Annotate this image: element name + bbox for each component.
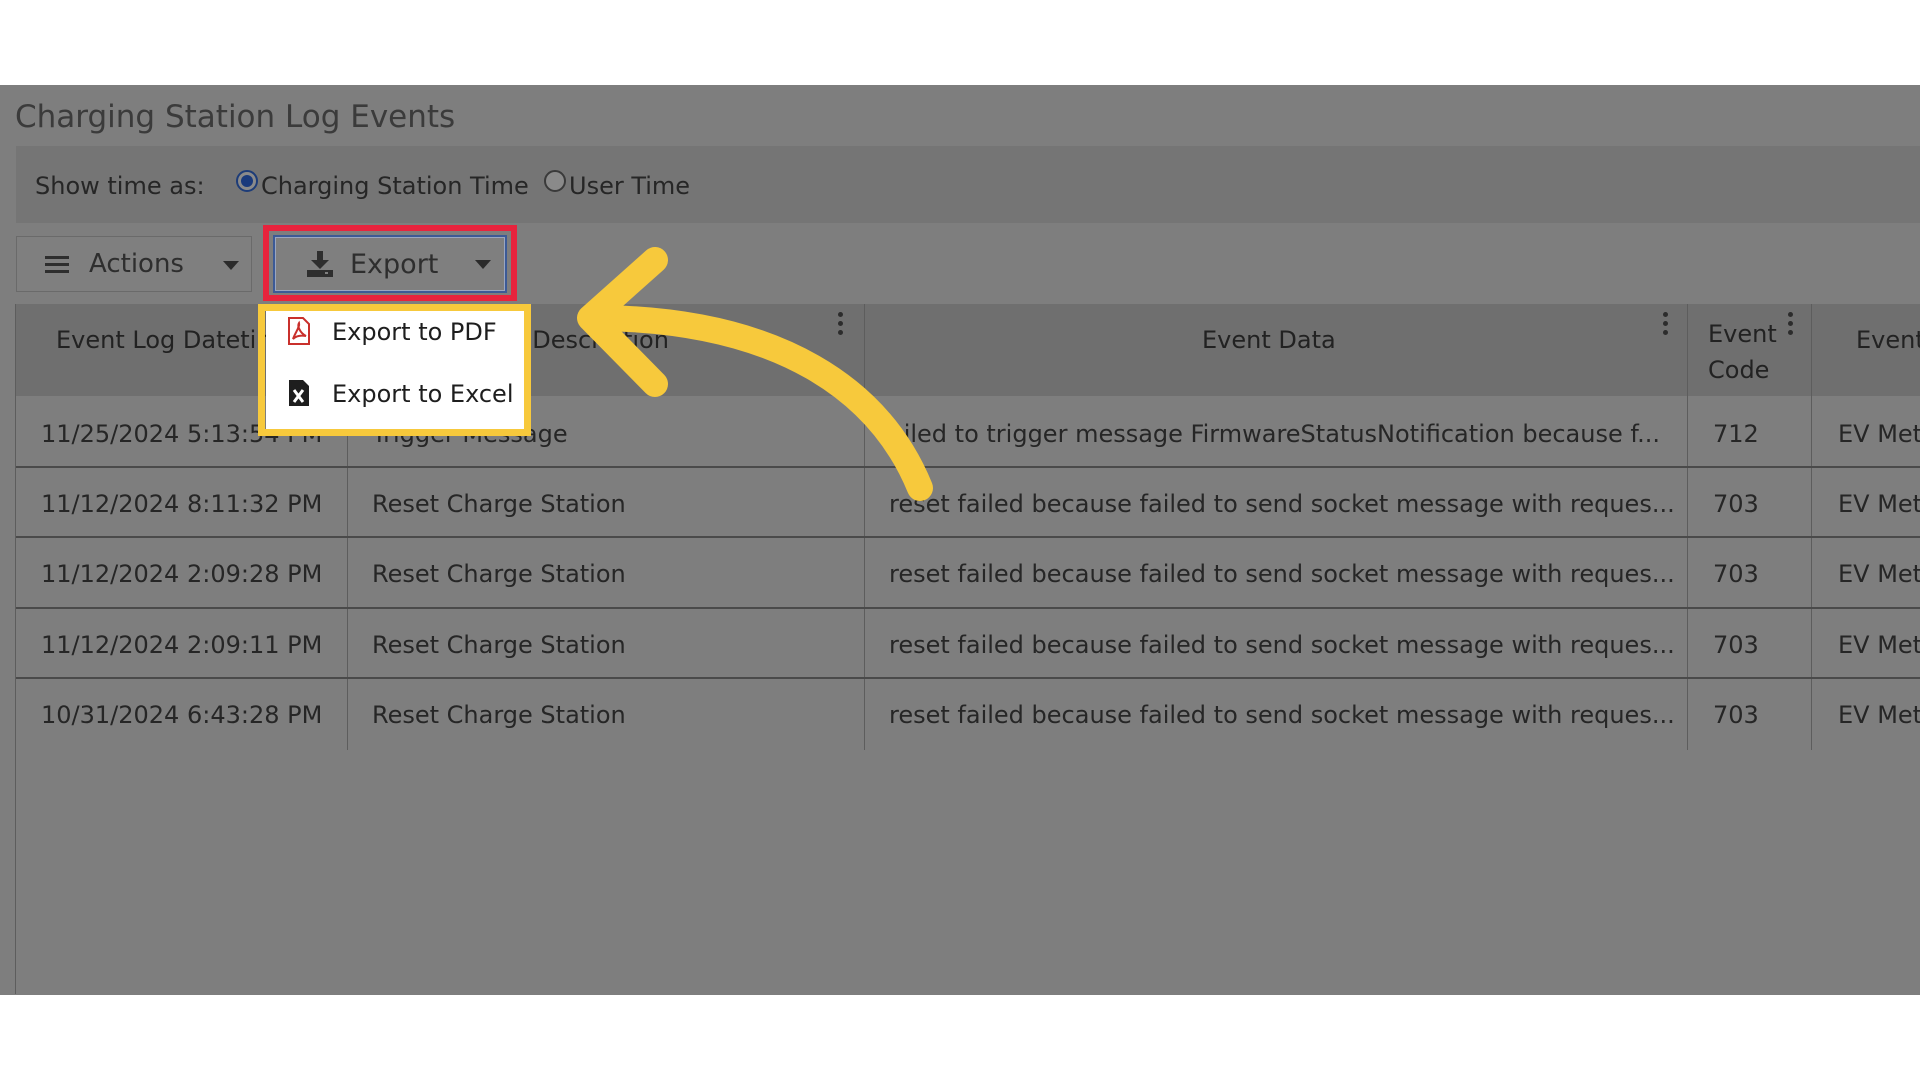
table-cell-code: 712 — [1713, 420, 1759, 448]
table-cell-event: EV Met — [1838, 490, 1920, 518]
screen: Charging Station Log Events Show time as… — [0, 0, 1920, 1080]
table-cell-datetime: 11/12/2024 8:11:32 PM — [41, 490, 323, 518]
download-icon — [307, 251, 333, 277]
table-cell-code: 703 — [1713, 631, 1759, 659]
column-header-datetime[interactable]: Event Log Datetim — [56, 322, 280, 358]
table-cell-data: ailed to trigger message FirmwareStatusN… — [889, 420, 1660, 448]
table-cell-data: reset failed because failed to send sock… — [889, 631, 1675, 659]
export-dropdown-menu: Export to PDF Export to Excel — [266, 311, 524, 429]
column-header-event[interactable]: Event — [1856, 322, 1920, 358]
charging-station-time-radio[interactable] — [236, 170, 258, 192]
table-cell-event: EV Met — [1838, 631, 1920, 659]
row-divider — [16, 677, 1920, 679]
table-cell-description: Reset Charge Station — [372, 560, 626, 588]
table-cell-datetime: 10/31/2024 6:43:28 PM — [41, 701, 323, 729]
export-button[interactable]: Export — [273, 235, 507, 293]
chevron-down-icon — [475, 260, 491, 269]
table-row[interactable]: 11/12/2024 2:09:28 PM Reset Charge Statio… — [16, 540, 1920, 610]
row-divider — [16, 536, 1920, 538]
user-time-radio[interactable] — [544, 170, 566, 192]
column-menu-icon[interactable] — [838, 312, 844, 340]
charging-station-time-label[interactable]: Charging Station Time — [261, 172, 529, 200]
table-cell-description: Reset Charge Station — [372, 490, 626, 518]
excel-icon — [289, 380, 309, 406]
export-label: Export — [350, 249, 439, 280]
export-to-pdf-item[interactable]: Export to PDF — [266, 311, 524, 367]
row-divider — [16, 607, 1920, 609]
table-cell-description: Reset Charge Station — [372, 631, 626, 659]
table-row[interactable]: 10/31/2024 6:43:28 PM Reset Charge Statio… — [16, 681, 1920, 751]
table-row[interactable]: 11/12/2024 8:11:32 PM Reset Charge Statio… — [16, 470, 1920, 540]
table-cell-data: reset failed because failed to send sock… — [889, 701, 1675, 729]
chevron-down-icon — [223, 261, 239, 270]
table-cell-data: reset failed because failed to send sock… — [889, 560, 1675, 588]
table-cell-event: EV Met — [1838, 701, 1920, 729]
export-to-excel-label: Export to Excel — [332, 380, 514, 408]
column-header-event-code-line1: Event — [1708, 320, 1777, 348]
column-menu-icon[interactable] — [1663, 312, 1669, 340]
pdf-icon — [288, 317, 310, 345]
column-menu-icon[interactable] — [1788, 312, 1794, 340]
table-cell-event: EV Met — [1838, 420, 1920, 448]
table-cell-datetime: 11/12/2024 2:09:11 PM — [41, 631, 323, 659]
row-divider — [16, 466, 1920, 468]
table-cell-description: Reset Charge Station — [372, 701, 626, 729]
export-to-excel-item[interactable]: Export to Excel — [266, 373, 524, 429]
table-cell-code: 703 — [1713, 490, 1759, 518]
table-cell-code: 703 — [1713, 560, 1759, 588]
table-cell-datetime: 11/12/2024 2:09:28 PM — [41, 560, 323, 588]
menu-icon — [45, 256, 69, 274]
actions-button[interactable]: Actions — [16, 236, 252, 292]
actions-label: Actions — [89, 249, 184, 279]
user-time-label[interactable]: User Time — [569, 172, 690, 200]
page-title: Charging Station Log Events — [15, 99, 456, 135]
table-cell-data: reset failed because failed to send sock… — [889, 490, 1675, 518]
column-header-event-data[interactable]: Event Data — [1202, 322, 1336, 358]
table-cell-event: EV Met — [1838, 560, 1920, 588]
column-header-event-code[interactable]: Event Code — [1708, 316, 1777, 388]
column-header-event-code-line2: Code — [1708, 356, 1770, 384]
show-time-label: Show time as: — [35, 172, 205, 200]
table-cell-code: 703 — [1713, 701, 1759, 729]
export-to-pdf-label: Export to PDF — [332, 318, 497, 346]
table-row[interactable]: 11/12/2024 2:09:11 PM Reset Charge Statio… — [16, 611, 1920, 681]
